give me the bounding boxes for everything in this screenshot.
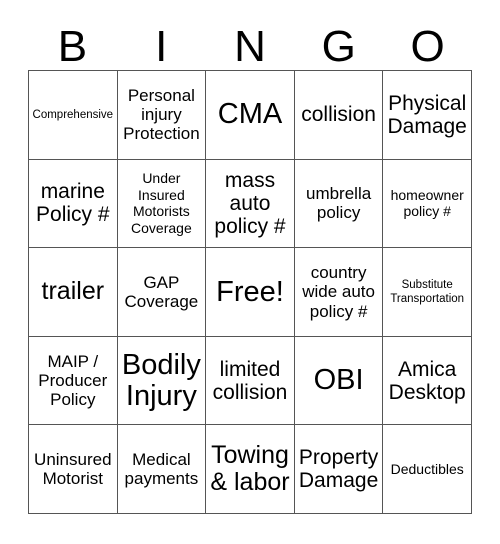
bingo-cell-g3[interactable]: country wide auto policy # [294, 248, 384, 337]
bingo-cell-label: CMA [217, 98, 283, 131]
bingo-cell-g5[interactable]: Property Damage [294, 425, 384, 514]
bingo-cell-label: Medical payments [124, 449, 199, 489]
bingo-cell-b3[interactable]: trailer [29, 248, 118, 337]
bingo-header-letter-n: N [234, 22, 266, 71]
bingo-header-letter-i: I [155, 22, 168, 71]
bingo-cell-label: mass auto policy # [214, 168, 286, 238]
bingo-cell-g4[interactable]: OBI [294, 336, 384, 426]
bingo-cell-n4[interactable]: limited collision [206, 336, 295, 426]
bingo-cell-label: Comprehensive [32, 108, 114, 121]
bingo-cell-label: Personal injury Protection [123, 85, 200, 144]
bingo-header-row: B I N G O [28, 14, 472, 70]
bingo-cell-o1[interactable]: Physical Damage [383, 71, 472, 160]
bingo-cell-o2[interactable]: homeowner policy # [383, 159, 472, 249]
bingo-cell-free-space[interactable]: Free! [206, 248, 295, 337]
bingo-cell-label: Deductibles [390, 460, 464, 477]
bingo-cell-n5[interactable]: Towing & labor [206, 425, 295, 514]
bingo-cell-b2[interactable]: marine Policy # [29, 159, 118, 249]
bingo-cell-i1[interactable]: Personal injury Protection [117, 71, 207, 160]
bingo-header-letter-g: G [321, 22, 356, 71]
bingo-cell-label: MAIP / Producer Policy [38, 351, 108, 410]
bingo-cell-label: collision [301, 103, 376, 127]
bingo-cell-g2[interactable]: umbrella policy [294, 159, 384, 249]
bingo-cell-n2[interactable]: mass auto policy # [206, 159, 295, 249]
bingo-cell-label: homeowner policy # [390, 186, 464, 220]
bingo-cell-i4[interactable]: Bodily Injury [117, 336, 207, 426]
bingo-cell-label: trailer [41, 277, 105, 306]
bingo-card: B I N G O Comprehensive Personal injury … [0, 0, 500, 544]
bingo-cell-label: Bodily Injury [121, 348, 201, 412]
bingo-cell-label: Physical Damage [387, 91, 467, 138]
bingo-cell-b4[interactable]: MAIP / Producer Policy [29, 336, 118, 426]
bingo-cell-label: Amica Desktop [388, 357, 466, 404]
bingo-cell-label: Under Insured Motorists Coverage [131, 170, 192, 236]
bingo-cell-b1[interactable]: Comprehensive [29, 71, 118, 160]
bingo-cell-label: country wide auto policy # [302, 262, 375, 321]
bingo-cell-label: OBI [313, 364, 364, 397]
bingo-free-space-label: Free! [216, 275, 284, 308]
bingo-cell-label: Uninsured Motorist [34, 449, 112, 489]
bingo-cell-label: limited collision [212, 357, 288, 404]
bingo-grid: Comprehensive Personal injury Protection… [28, 70, 472, 514]
bingo-cell-label: GAP Coverage [124, 272, 199, 311]
bingo-cell-o3[interactable]: Substitute Transportation [383, 248, 472, 337]
bingo-header-letter-b: B [57, 22, 88, 71]
bingo-cell-n1[interactable]: CMA [206, 71, 295, 160]
bingo-cell-i5[interactable]: Medical payments [117, 425, 207, 514]
bingo-cell-i3[interactable]: GAP Coverage [117, 248, 207, 337]
bingo-cell-label: marine Policy # [36, 180, 110, 227]
bingo-cell-g1[interactable]: collision [294, 71, 384, 160]
bingo-cell-label: umbrella policy [305, 184, 372, 223]
bingo-cell-label: Property Damage [298, 446, 379, 493]
bingo-header-letter-o: O [410, 22, 445, 71]
bingo-cell-label: Substitute Transportation [390, 278, 465, 305]
bingo-cell-o5[interactable]: Deductibles [383, 425, 472, 514]
bingo-cell-o4[interactable]: Amica Desktop [383, 336, 472, 426]
bingo-cell-b5[interactable]: Uninsured Motorist [29, 425, 118, 514]
bingo-cell-i2[interactable]: Under Insured Motorists Coverage [117, 159, 207, 249]
bingo-cell-label: Towing & labor [210, 441, 290, 497]
